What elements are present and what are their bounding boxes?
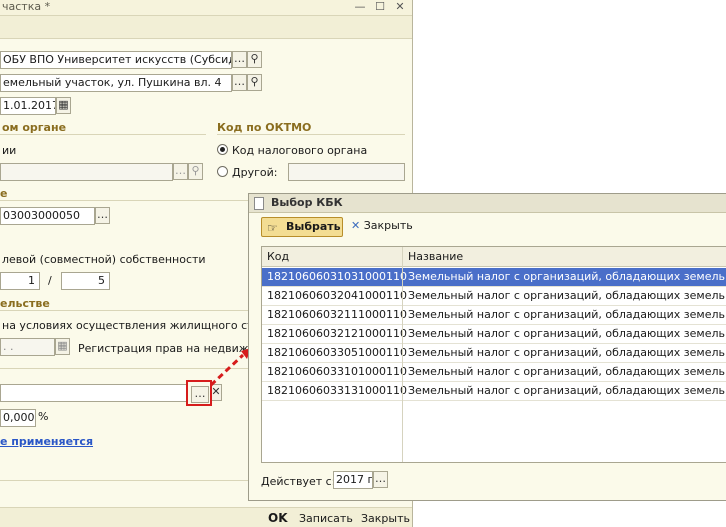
cadastral-code-select-button[interactable]: …	[95, 207, 110, 224]
share-denominator-field[interactable]: 5	[61, 272, 110, 290]
table-body: 18210606031031000110 Земельный налог с ор…	[262, 268, 726, 462]
kbk-code-cell: 18210606032111000110	[267, 308, 407, 321]
calendar-icon[interactable]: ▦	[55, 338, 70, 355]
privilege-date-field[interactable]: . .	[0, 338, 55, 356]
organization-open-icon[interactable]: ⚲	[247, 51, 262, 68]
minimize-icon[interactable]: —	[353, 0, 367, 14]
tax-organ-open-icon[interactable]: ⚲	[188, 163, 203, 180]
table-row[interactable]: 18210606031031000110 Земельный налог с ор…	[262, 268, 726, 287]
cadastral-code-field[interactable]: 03003000050	[0, 207, 95, 225]
kbk-name-cell: Земельный налог с организаций, обладающи…	[408, 346, 726, 359]
select-icon: ☞	[267, 221, 278, 235]
housing-construction-label: на условиях осуществления жилищного стро…	[2, 319, 281, 332]
object-field[interactable]: емельный участок, ул. Пушкина вл. 4	[0, 74, 232, 92]
dialog-close-button[interactable]: ✕ Закрыть	[351, 219, 413, 233]
column-divider	[402, 247, 403, 462]
maximize-icon[interactable]: ☐	[373, 0, 387, 14]
kbk-dialog: Выбор КБК ☞ Выбрать ✕ Закрыть Код Назван…	[248, 193, 726, 501]
command-bar	[0, 16, 412, 39]
calendar-icon[interactable]: ▦	[56, 97, 71, 114]
not-applied-link[interactable]: е применяется	[0, 435, 93, 448]
date-field[interactable]: 1.01.2017	[0, 97, 56, 115]
shared-ownership-label: левой (совместной) собственности	[2, 253, 206, 266]
section-code: е	[0, 187, 8, 200]
table-header: Код Название	[262, 247, 726, 267]
rate-field[interactable]: 0,0000	[0, 409, 36, 427]
organization-field[interactable]: ОБУ ВПО Университет искусств (Субсидия)	[0, 51, 232, 69]
kbk-code-cell: 18210606032121000110	[267, 327, 407, 340]
radio-tax-code-label: Код налогового органа	[232, 144, 368, 157]
dialog-toolbar: ☞ Выбрать ✕ Закрыть	[249, 213, 726, 242]
table-row[interactable]: 18210606033051000110 Земельный налог с ор…	[262, 344, 726, 363]
section-privilege: ельстве	[0, 297, 50, 310]
window-titlebar: частка * — ☐ ✕	[0, 0, 412, 16]
bottom-bar: OK Записать Закрыть	[0, 507, 412, 527]
table-row[interactable]: 18210606032041000110 Земельный налог с ор…	[262, 287, 726, 306]
document-icon	[254, 197, 264, 210]
dialog-titlebar: Выбор КБК	[249, 194, 726, 213]
kbk-code-cell: 18210606033101000110	[267, 365, 407, 378]
select-button[interactable]: ☞ Выбрать	[261, 217, 343, 237]
effective-year-field[interactable]: 2017 г.	[333, 471, 373, 489]
save-button[interactable]: Записать	[299, 512, 353, 525]
kbk-code-cell: 18210606033131000110	[267, 384, 407, 397]
effective-year-select-button[interactable]: …	[373, 471, 388, 488]
kbk-name-cell: Земельный налог с организаций, обладающи…	[408, 289, 726, 302]
section-divider	[0, 480, 248, 481]
kbk-name-cell: Земельный налог с организаций, обладающи…	[408, 308, 726, 321]
select-button-label: Выбрать	[286, 220, 341, 233]
column-header-code[interactable]: Код	[267, 250, 289, 263]
window-title: частка *	[2, 0, 51, 13]
radio-other-label: Другой:	[232, 166, 278, 179]
kbk-code-cell: 18210606032041000110	[267, 289, 407, 302]
kbk-name-cell: Земельный налог с организаций, обладающи…	[408, 365, 726, 378]
other-code-field[interactable]	[288, 163, 405, 181]
tax-organ-select-button[interactable]: …	[173, 163, 188, 180]
radio-other[interactable]	[217, 166, 228, 177]
dialog-close-label: Закрыть	[363, 219, 413, 232]
table-row[interactable]: 18210606032111000110 Земельный налог с ор…	[262, 306, 726, 325]
section-divider	[0, 200, 248, 201]
radio-tax-code[interactable]	[217, 144, 228, 155]
tax-organ-field[interactable]	[0, 163, 173, 181]
kbk-name-cell: Земельный налог с организаций, обладающи…	[408, 384, 726, 397]
section-divider	[217, 134, 405, 135]
dialog-title: Выбор КБК	[271, 196, 343, 209]
effective-from-label: Действует с:	[261, 475, 336, 488]
table-row[interactable]: 18210606033131000110 Земельный налог с ор…	[262, 382, 726, 401]
section-oktmo: Код по ОКТМО	[217, 121, 312, 134]
kbk-name-cell: Земельный налог с организаций, обладающи…	[408, 327, 726, 340]
section-tax-organ: ом органе	[2, 121, 67, 134]
table-row[interactable]: 18210606032121000110 Земельный налог с ор…	[262, 325, 726, 344]
table-row[interactable]: 18210606033101000110 Земельный налог с ор…	[262, 363, 726, 382]
share-numerator-field[interactable]: 1	[0, 272, 40, 290]
object-open-icon[interactable]: ⚲	[247, 74, 262, 91]
close-icon[interactable]: ✕	[393, 0, 407, 14]
kbk-name-cell: Земельный налог с организаций, обладающи…	[408, 270, 726, 283]
organization-select-button[interactable]: …	[232, 51, 247, 68]
close-button[interactable]: Закрыть	[361, 512, 410, 525]
column-header-name[interactable]: Название	[408, 250, 463, 263]
ok-button[interactable]: OK	[268, 511, 288, 525]
share-slash: /	[48, 274, 52, 287]
tax-organ-fragment: ии	[2, 144, 17, 157]
object-select-button[interactable]: …	[232, 74, 247, 91]
kbk-code-cell: 18210606033051000110	[267, 346, 407, 359]
kbk-table: Код Название 18210606031031000110 Земельн…	[261, 246, 726, 463]
close-x-icon: ✕	[351, 219, 361, 232]
percent-sign: %	[38, 410, 49, 423]
section-divider	[0, 134, 206, 135]
kbk-field[interactable]	[0, 384, 188, 402]
section-divider	[0, 310, 248, 311]
kbk-code-cell: 18210606031031000110	[267, 270, 407, 283]
